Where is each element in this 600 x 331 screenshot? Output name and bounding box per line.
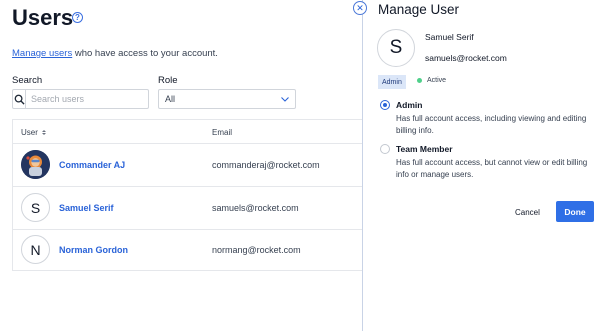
admin-radio[interactable]: [380, 100, 390, 110]
search-input[interactable]: [26, 90, 148, 108]
users-table: User Email Commander AJ commanderaj@rock…: [12, 119, 372, 271]
manage-user-drawer: Manage User S Samuel Serif samuels@rocke…: [362, 0, 600, 331]
sort-icon[interactable]: [41, 130, 46, 135]
search-label: Search: [12, 75, 43, 86]
cancel-button[interactable]: Cancel: [515, 203, 540, 221]
drawer-user-email: samuels@rocket.com: [425, 53, 507, 63]
team-member-radio[interactable]: [380, 144, 390, 154]
role-badge: Admin: [378, 75, 406, 89]
chevron-down-icon: [281, 94, 289, 104]
user-email: normang@rocket.com: [212, 245, 301, 255]
close-icon[interactable]: ✕: [353, 1, 367, 15]
status-dot-icon: [417, 78, 422, 83]
role-option-admin[interactable]: Admin Has full account access, including…: [380, 100, 595, 140]
role-option-title: Admin: [396, 100, 423, 110]
table-header: User Email: [13, 120, 371, 144]
user-email: commanderaj@rocket.com: [212, 160, 320, 170]
user-name-link[interactable]: Samuel Serif: [59, 203, 114, 213]
drawer-title: Manage User: [378, 2, 460, 17]
status-label: Active: [427, 77, 447, 84]
user-name-link[interactable]: Norman Gordon: [59, 245, 128, 255]
page-title: Users: [12, 5, 74, 30]
done-button[interactable]: Done: [556, 201, 594, 222]
help-icon[interactable]: ?: [72, 12, 83, 23]
role-label: Role: [158, 75, 178, 86]
role-select-value: All: [165, 94, 176, 104]
table-row: N Norman Gordon normang@rocket.com: [13, 230, 371, 272]
avatar: N: [21, 235, 50, 264]
status-indicator: Active: [417, 77, 446, 84]
role-select[interactable]: All: [158, 89, 296, 109]
manage-users-link[interactable]: Manage users: [12, 48, 72, 59]
table-row: Commander AJ commanderaj@rocket.com: [13, 145, 371, 187]
drawer-avatar: S: [377, 29, 415, 67]
avatar: [21, 150, 50, 179]
avatar: S: [21, 193, 50, 222]
user-email: samuels@rocket.com: [212, 203, 299, 213]
user-name-link[interactable]: Commander AJ: [59, 160, 125, 170]
drawer-user-name: Samuel Serif: [425, 32, 474, 42]
role-option-title: Team Member: [396, 144, 453, 154]
role-option-team-member[interactable]: Team Member Has full account access, but…: [380, 144, 595, 184]
column-header-user-label: User: [21, 128, 38, 137]
role-option-description: Has full account access, including viewi…: [396, 114, 587, 135]
search-box: [12, 89, 149, 109]
intro-text: Manage users who have access to your acc…: [12, 48, 218, 59]
role-option-description: Has full account access, but cannot view…: [396, 158, 588, 179]
column-header-email: Email: [212, 128, 233, 137]
column-header-user[interactable]: User: [21, 128, 46, 137]
search-icon: [13, 90, 26, 108]
table-row: S Samuel Serif samuels@rocket.com: [13, 188, 371, 230]
intro-rest: who have access to your account.: [72, 48, 218, 59]
